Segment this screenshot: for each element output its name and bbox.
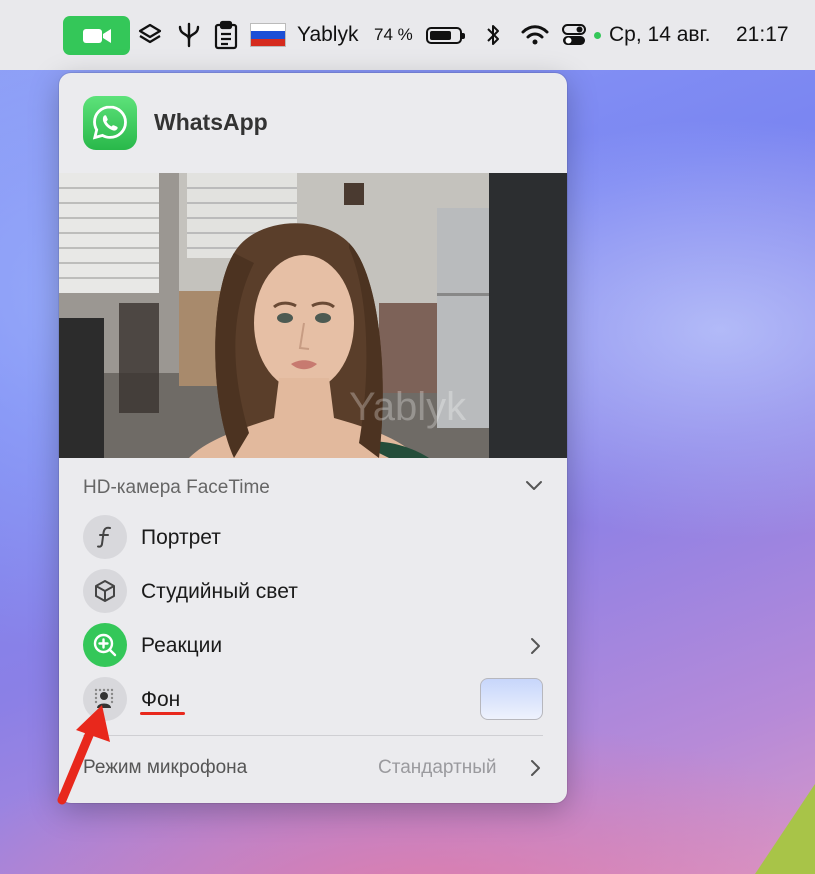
mic-mode-value[interactable]: Стандартный <box>378 757 497 779</box>
app-name: WhatsApp <box>154 109 268 135</box>
highlight-underline <box>140 712 185 715</box>
reactions-plus-icon[interactable] <box>83 623 127 667</box>
menu-bar: Yablyk 74 % Ср, 14 авг. 21:17 <box>0 0 815 70</box>
keyboard-layout-label[interactable]: Yablyk <box>297 0 358 70</box>
option-portrait-label[interactable]: Портрет <box>141 526 221 550</box>
divider <box>83 735 543 736</box>
clipboard-icon[interactable] <box>213 0 239 70</box>
desktop-wallpaper-corner <box>755 784 815 874</box>
chevron-down-icon[interactable] <box>524 478 544 497</box>
portrait-f-icon[interactable] <box>83 515 127 559</box>
wifi-icon[interactable] <box>520 0 550 70</box>
control-center-icon[interactable] <box>561 0 587 70</box>
battery-icon[interactable] <box>426 0 465 70</box>
video-effects-popover: WhatsApp Yablyk HD-камера FaceTime Портр… <box>59 73 567 803</box>
keyboard-layout-text: Yablyk <box>297 23 359 46</box>
chevron-right-icon[interactable] <box>529 636 541 661</box>
menubar-time[interactable]: 21:17 <box>736 0 789 70</box>
menubar-date[interactable]: Ср, 14 авг. <box>609 0 710 70</box>
cube-icon[interactable] <box>83 569 127 613</box>
russian-flag-icon[interactable] <box>250 0 286 70</box>
whatsapp-app-icon <box>83 96 137 150</box>
time-text: 21:17 <box>736 23 789 46</box>
date-text: Ср, 14 авг. <box>609 23 711 46</box>
camera-source-label[interactable]: HD-камера FaceTime <box>83 477 270 499</box>
bluetooth-icon[interactable] <box>485 0 501 70</box>
facetime-camera-icon[interactable] <box>63 16 130 55</box>
camera-in-use-dot <box>594 0 601 70</box>
annotation-arrow-icon <box>40 700 120 815</box>
camera-preview-image: Yablyk <box>59 173 567 458</box>
fork-icon[interactable] <box>176 0 202 70</box>
background-color-swatch[interactable] <box>480 678 543 720</box>
popover-header: WhatsApp <box>59 73 567 173</box>
mic-mode-chevron-icon[interactable] <box>529 758 541 783</box>
option-studio-light-label[interactable]: Студийный свет <box>141 580 298 604</box>
battery-percent-text: 74 % <box>374 25 413 44</box>
option-background-label[interactable]: Фон <box>141 688 180 712</box>
battery-percent[interactable]: 74 % <box>374 0 413 70</box>
option-reactions-label[interactable]: Реакции <box>141 634 222 658</box>
preview-watermark: Yablyk <box>349 385 467 429</box>
layers-icon[interactable] <box>137 0 163 70</box>
